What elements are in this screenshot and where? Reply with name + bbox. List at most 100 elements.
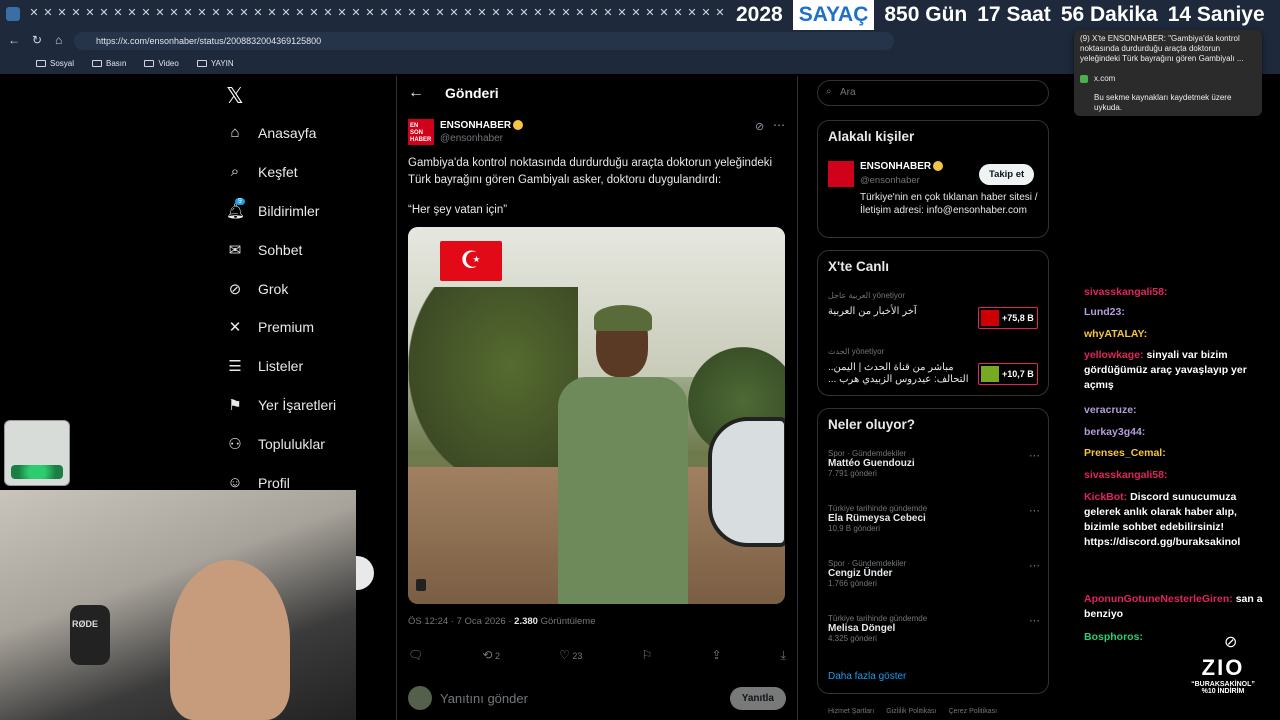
more-options-icon[interactable]: ⋯ xyxy=(1029,504,1040,517)
author-name[interactable]: ENSONHABER xyxy=(440,120,524,131)
bookmark-folder[interactable]: Basın xyxy=(92,59,126,68)
footer-link[interactable]: Gizlilik Politikası xyxy=(886,708,936,715)
tab-icon[interactable]: ✕ xyxy=(42,6,54,20)
trend-item[interactable]: Türkiye tarihinde gündemde Ela Rümeysa Ce… xyxy=(828,504,1040,533)
more-options-icon[interactable]: ⋯ xyxy=(773,118,785,132)
tab-icon[interactable]: ✕ xyxy=(336,6,348,20)
trend-item[interactable]: Spor · Gündemdekiler Cengiz Ünder 1.766 gö… xyxy=(828,559,1040,588)
live-listeners-badge[interactable]: +75,8 B xyxy=(978,307,1038,329)
tab-icon[interactable]: ✕ xyxy=(364,6,376,20)
grok-icon[interactable]: ⊘ xyxy=(755,120,764,133)
nav-item-messages[interactable]: ✉ Sohbet xyxy=(226,241,303,259)
reply-input[interactable]: Yanıtını gönder xyxy=(440,691,528,706)
reply-button[interactable]: Yanıtla xyxy=(729,686,786,710)
tab-icon[interactable]: ✕ xyxy=(686,6,698,20)
author-handle[interactable]: @ensonhaber xyxy=(440,133,503,144)
tab-icon[interactable]: ✕ xyxy=(112,6,124,20)
related-avatar[interactable] xyxy=(828,161,854,187)
related-name[interactable]: ENSONHABER xyxy=(860,161,944,172)
nav-item-grok[interactable]: ⊘ Grok xyxy=(226,280,289,298)
tab-icon[interactable]: ✕ xyxy=(70,6,82,20)
nav-item-premium[interactable]: ✕ Premium xyxy=(226,318,314,336)
footer-link[interactable]: Hizmet Şartları xyxy=(828,708,874,715)
grok-icon[interactable]: ⊘ xyxy=(1224,632,1237,652)
tab-icon[interactable]: ✕ xyxy=(448,6,460,20)
download-icon[interactable]: ⤓ xyxy=(781,648,786,663)
reload-icon[interactable]: ↻ xyxy=(32,33,42,47)
nav-item-explore[interactable]: ⌕ Keşfet xyxy=(226,163,298,180)
tab-icon[interactable]: ✕ xyxy=(196,6,208,20)
tab-icon[interactable]: ✕ xyxy=(504,6,516,20)
home-icon[interactable]: ⌂ xyxy=(55,33,62,47)
back-arrow-icon[interactable]: ← xyxy=(408,84,424,102)
nav-item-lists[interactable]: ☰ Listeler xyxy=(226,357,303,375)
share-icon[interactable]: ⇪ xyxy=(711,648,721,663)
tab-icon[interactable]: ✕ xyxy=(252,6,264,20)
tab-icon[interactable]: ✕ xyxy=(644,6,656,20)
nav-item-home[interactable]: ⌂ Anasayfa xyxy=(226,124,316,141)
tab-icon[interactable]: ✕ xyxy=(658,6,670,20)
tab-icon[interactable]: ✕ xyxy=(476,6,488,20)
tab-icon[interactable]: ✕ xyxy=(140,6,152,20)
tab-icon[interactable]: ✕ xyxy=(392,6,404,20)
tab-icon[interactable]: ✕ xyxy=(406,6,418,20)
nav-item-communities[interactable]: ⚇ Topluluklar xyxy=(226,435,325,453)
retweet-button[interactable]: ⟲ 2 xyxy=(482,648,500,663)
tab-icon[interactable]: ✕ xyxy=(168,6,180,20)
live-item[interactable]: الحدث yönetiyor مباشر من قناة الحدث | ال… xyxy=(828,347,978,386)
nav-item-profile[interactable]: ☺ Profil xyxy=(226,474,290,491)
tab-icon[interactable]: ✕ xyxy=(294,6,306,20)
more-options-icon[interactable]: ⋯ xyxy=(1029,559,1040,572)
tab-icon[interactable]: ✕ xyxy=(378,6,390,20)
tab-menu-button[interactable] xyxy=(6,7,20,21)
live-listeners-badge[interactable]: +10,7 B xyxy=(978,363,1038,385)
tab-icon[interactable]: ✕ xyxy=(588,6,600,20)
footer-link[interactable]: Çerez Politikası xyxy=(948,708,997,715)
trend-item[interactable]: Spor · Gündemdekiler Mattéo Guendouzi 7.79… xyxy=(828,449,1040,478)
like-button[interactable]: ♡ 23 xyxy=(559,648,582,663)
more-options-icon[interactable]: ⋯ xyxy=(1029,449,1040,462)
tab-icon[interactable]: ✕ xyxy=(532,6,544,20)
tab-icon[interactable]: ✕ xyxy=(420,6,432,20)
follow-button[interactable]: Takip et xyxy=(979,164,1035,185)
tab-icon[interactable]: ✕ xyxy=(322,6,334,20)
tab-icon[interactable]: ✕ xyxy=(182,6,194,20)
nav-item-notifications[interactable]: 🔔︎ 9 Bildirimler xyxy=(226,198,319,220)
reply-icon[interactable]: 🗨︎ xyxy=(408,648,423,663)
search-input[interactable]: Ara xyxy=(817,80,1049,106)
tab-icon[interactable]: ✕ xyxy=(714,6,726,20)
tab-icon[interactable]: ✕ xyxy=(462,6,474,20)
tab-icon[interactable]: ✕ xyxy=(518,6,530,20)
tab-icon[interactable]: ✕ xyxy=(266,6,278,20)
url-input[interactable]: https://x.com/ensonhaber/status/20088320… xyxy=(74,32,894,50)
post-video[interactable]: ☪ xyxy=(408,227,785,604)
tab-icon[interactable]: ✕ xyxy=(616,6,628,20)
tab-icon[interactable]: ✕ xyxy=(308,6,320,20)
tab-icon[interactable]: ✕ xyxy=(154,6,166,20)
tab-icon[interactable]: ✕ xyxy=(56,6,68,20)
tab-icon[interactable]: ✕ xyxy=(560,6,572,20)
tab-icon[interactable]: ✕ xyxy=(546,6,558,20)
tab-strip[interactable]: ✕ ✕ ✕ ✕ ✕ ✕ ✕ ✕ ✕ ✕ ✕ ✕ ✕ ✕ ✕ ✕ ✕ ✕ ✕ ✕ ✕ ✕ ✕ ✕ ✕ ✕ ✕ ✕ ✕ ✕ ✕ ✕ ✕ ✕ ✕ ✕ ✕ ✕ ✕ ✕… xyxy=(28,6,732,22)
bookmark-folder[interactable]: Video xyxy=(144,59,179,68)
tab-icon[interactable]: ✕ xyxy=(350,6,362,20)
tab-icon[interactable]: ✕ xyxy=(224,6,236,20)
video-pause-icon[interactable] xyxy=(416,579,426,591)
bookmark-folder[interactable]: Sosyal xyxy=(36,59,74,68)
tab-icon[interactable]: ✕ xyxy=(574,6,586,20)
author-avatar[interactable]: EN SON HABER xyxy=(408,119,434,145)
tab-icon[interactable]: ✕ xyxy=(126,6,138,20)
tab-icon[interactable]: ✕ xyxy=(84,6,96,20)
live-item[interactable]: العربية عاجل yönetiyor آخر الأخبار من ال… xyxy=(828,291,978,317)
tab-icon[interactable]: ✕ xyxy=(630,6,642,20)
back-icon[interactable]: ← xyxy=(8,33,20,47)
scroll-handle[interactable] xyxy=(356,556,374,590)
tab-icon[interactable]: ✕ xyxy=(490,6,502,20)
tab-icon[interactable]: ✕ xyxy=(280,6,292,20)
tab-icon[interactable]: ✕ xyxy=(238,6,250,20)
bookmark-folder[interactable]: YAYIN xyxy=(196,59,234,68)
trend-item[interactable]: Türkiye tarihinde gündemde Melisa Döngel 4… xyxy=(828,614,1040,643)
tab-icon[interactable]: ✕ xyxy=(700,6,712,20)
tab-icon[interactable]: ✕ xyxy=(434,6,446,20)
more-options-icon[interactable]: ⋯ xyxy=(1029,614,1040,627)
